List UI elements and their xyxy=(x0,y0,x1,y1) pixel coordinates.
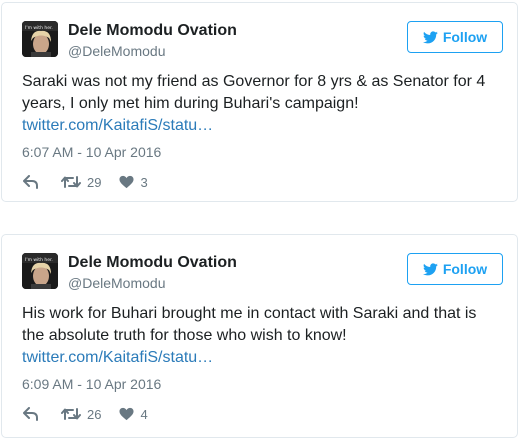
svg-text:I'm with her.: I'm with her. xyxy=(25,25,53,31)
retweet-icon xyxy=(61,176,81,188)
author-handle[interactable]: @DeleMomodu xyxy=(68,275,165,291)
tweet-text-line: Saraki was not my friend as Governor for… xyxy=(22,73,486,90)
author-name[interactable]: Dele Momodu Ovation xyxy=(68,22,237,40)
reply-button[interactable] xyxy=(23,175,41,189)
follow-button[interactable]: Follow xyxy=(407,21,503,53)
tweet-timestamp[interactable]: 6:09 AM - 10 Apr 2016 xyxy=(22,376,161,392)
tweet-actions: 29 3 xyxy=(23,172,148,192)
tweet-actions: 26 4 xyxy=(23,404,148,424)
tweet-timestamp[interactable]: 6:07 AM - 10 Apr 2016 xyxy=(22,144,161,160)
tweet-text-line: years, I only met him during Buhari's ca… xyxy=(22,95,359,112)
twitter-bird-icon xyxy=(422,262,438,275)
follow-button[interactable]: Follow xyxy=(407,253,503,285)
follow-label: Follow xyxy=(442,29,488,45)
retweet-button[interactable]: 29 xyxy=(61,175,101,190)
reply-button[interactable] xyxy=(23,407,41,421)
heart-icon xyxy=(119,407,134,421)
retweet-icon xyxy=(61,408,81,420)
author-name[interactable]: Dele Momodu Ovation xyxy=(68,254,237,272)
tweet-text: His work for Buhari brought me in contac… xyxy=(22,303,502,369)
twitter-bird-icon xyxy=(422,30,438,43)
reply-icon xyxy=(23,407,38,421)
tweet-text-line: His work for Buhari brought me in contac… xyxy=(22,305,477,322)
tweet-text: Saraki was not my friend as Governor for… xyxy=(22,71,502,137)
like-count: 4 xyxy=(140,406,148,422)
heart-icon xyxy=(119,175,134,189)
like-button[interactable]: 4 xyxy=(119,406,148,422)
tweet-card: I'm with her. Dele Momodu Ovation @DeleM… xyxy=(1,234,518,438)
author-handle[interactable]: @DeleMomodu xyxy=(68,43,165,59)
tweet-text-line: the absolute truth for those who wish to… xyxy=(22,327,347,344)
like-button[interactable]: 3 xyxy=(119,174,148,190)
tweet-link[interactable]: twitter.com/KaitafiS/statu… xyxy=(22,115,502,137)
like-count: 3 xyxy=(140,174,148,190)
retweet-button[interactable]: 26 xyxy=(61,407,101,422)
avatar[interactable]: I'm with her. xyxy=(22,21,58,57)
follow-label: Follow xyxy=(442,261,488,277)
avatar[interactable]: I'm with her. xyxy=(22,253,58,289)
retweet-count: 26 xyxy=(87,406,102,422)
svg-text:I'm with her.: I'm with her. xyxy=(25,257,53,263)
tweet-link[interactable]: twitter.com/KaitafiS/statu… xyxy=(22,347,502,369)
reply-icon xyxy=(23,175,38,189)
retweet-count: 29 xyxy=(87,174,102,190)
tweet-card: I'm with her. Dele Momodu Ovation @DeleM… xyxy=(1,2,518,202)
